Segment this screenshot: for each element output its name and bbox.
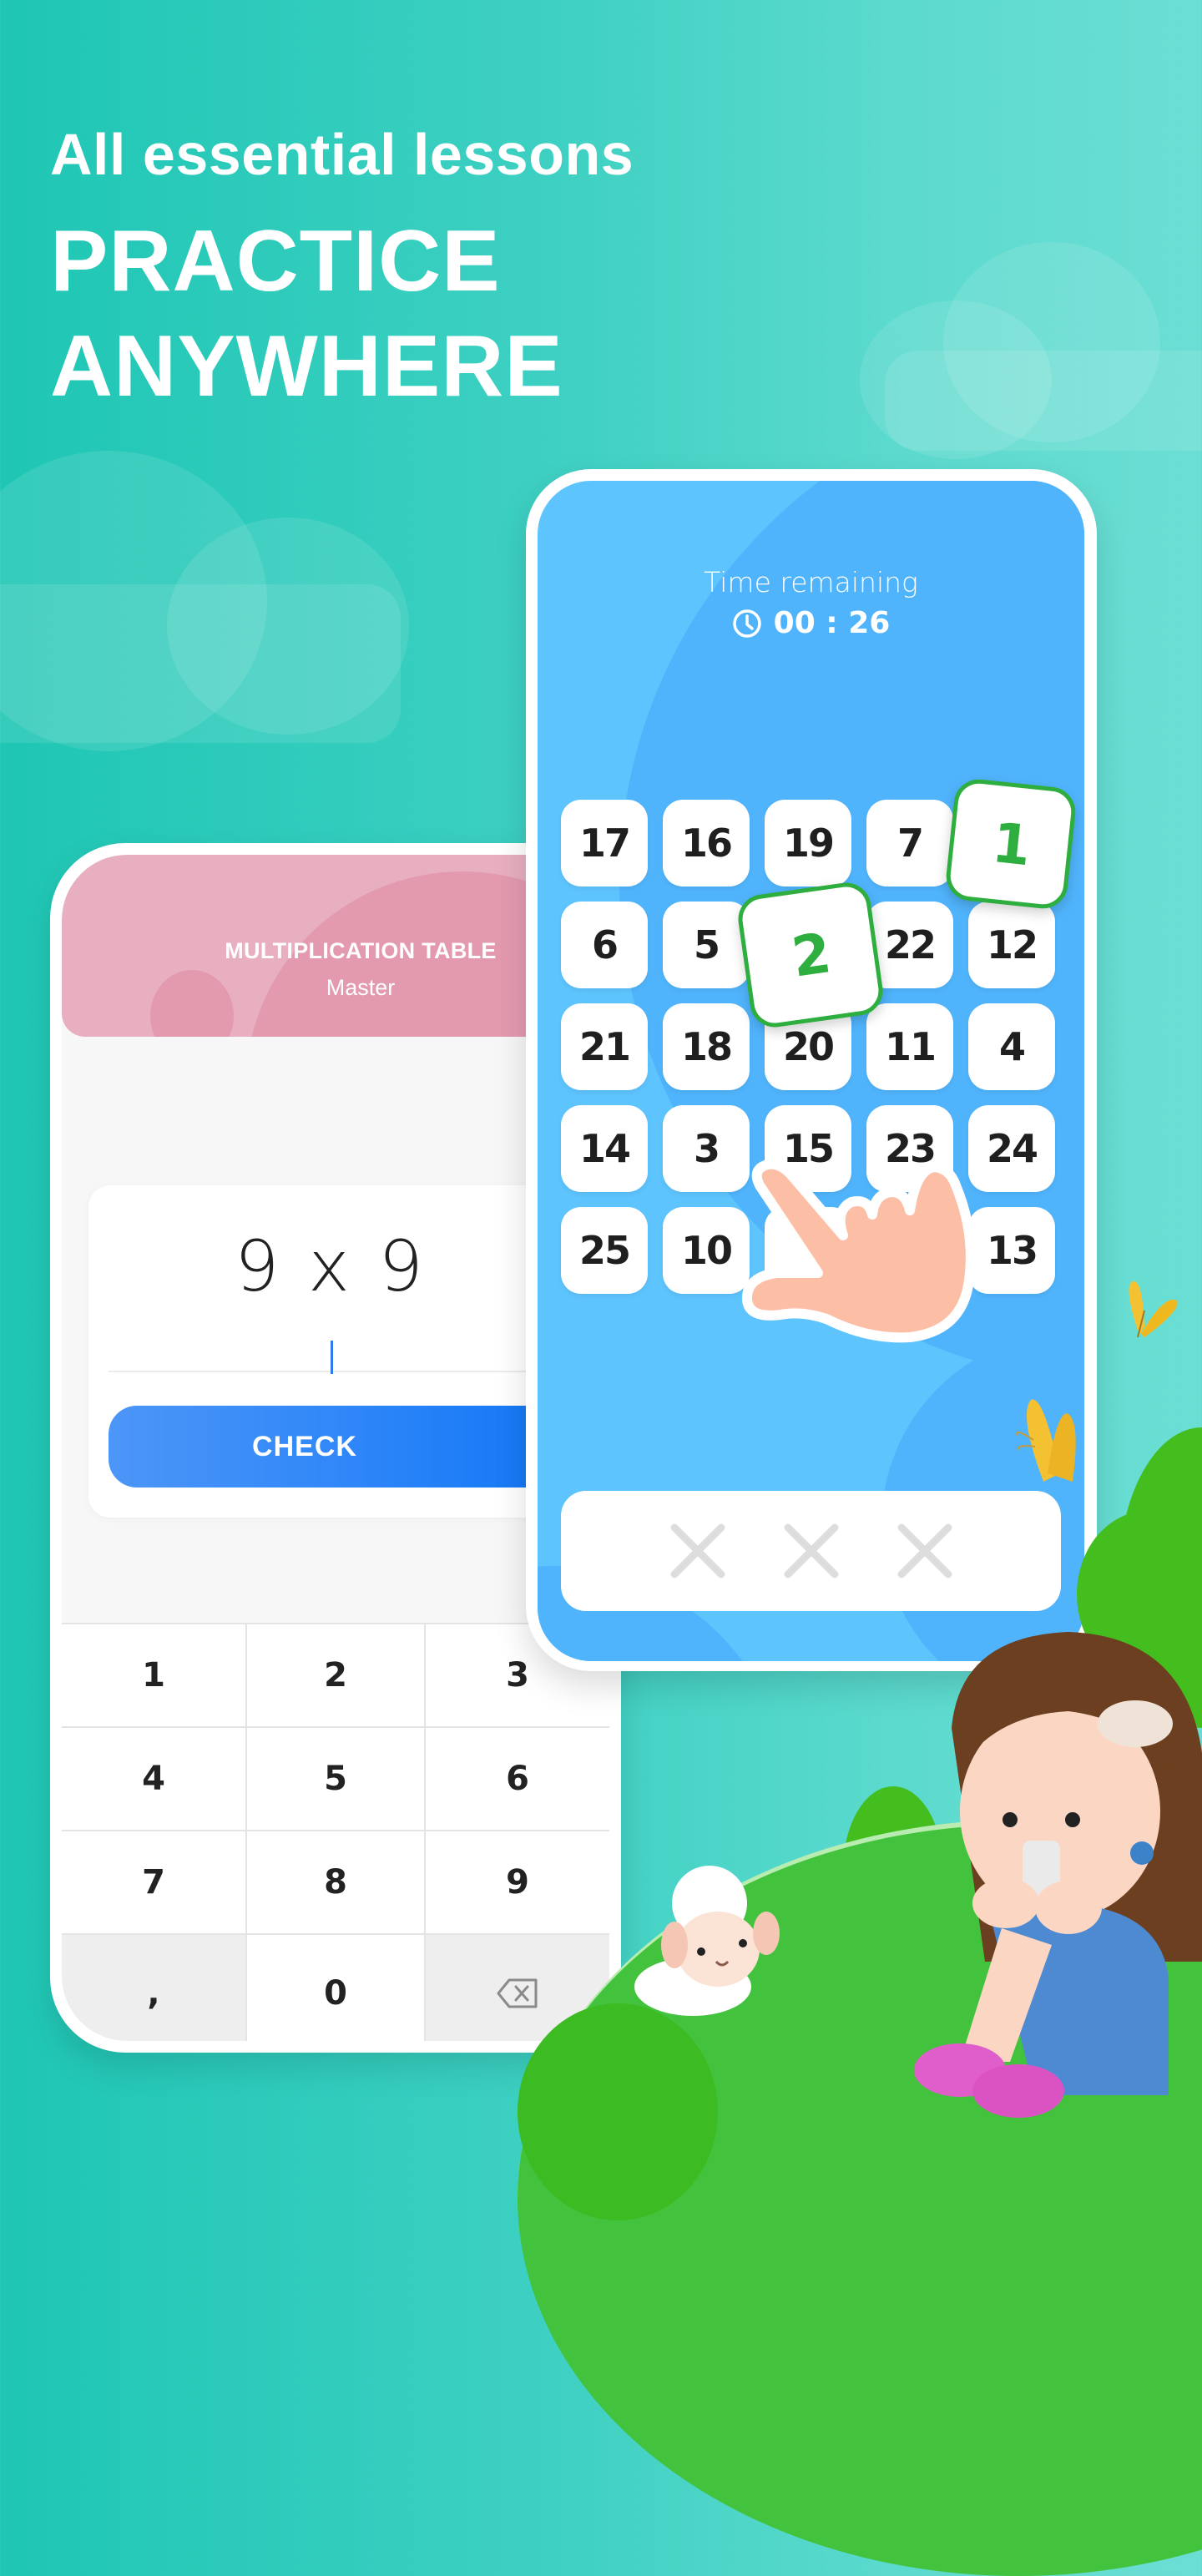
x-icon	[897, 1523, 952, 1578]
number-tile[interactable]: 14	[561, 1105, 648, 1192]
key-1[interactable]: 1	[62, 1624, 247, 1726]
butterfly-illustration	[1015, 1399, 1076, 1482]
girl-illustration	[914, 1632, 1202, 2118]
number-tile[interactable]: 24	[968, 1105, 1055, 1192]
text-caret	[331, 1341, 333, 1374]
keypad-row: , 0	[62, 1933, 609, 2041]
key-9[interactable]: 9	[426, 1831, 609, 1933]
number-game-screen: Time remaining 00 : 26 17 16 19 7 6 5 22 12 21 18…	[538, 481, 1084, 1661]
butterfly-illustration	[1129, 1280, 1178, 1338]
headline-subtitle: All essential lessons	[50, 122, 634, 187]
headline-title-line2: ANYWHERE	[50, 318, 563, 415]
key-7[interactable]: 7	[62, 1831, 247, 1933]
headline-title-line1: PRACTICE	[50, 213, 501, 310]
number-tile[interactable]: 6	[561, 902, 648, 988]
x-icon	[784, 1523, 838, 1578]
number-tile[interactable]: 13	[968, 1207, 1055, 1294]
found-tile[interactable]: 2	[735, 879, 886, 1031]
time-remaining-label: Time remaining	[704, 566, 918, 599]
keypad-row: 1 2 3	[62, 1623, 609, 1726]
found-tile[interactable]: 1	[943, 776, 1078, 912]
countdown-timer: 00 : 26	[538, 606, 1084, 640]
key-comma[interactable]: ,	[62, 1935, 247, 2041]
number-tile[interactable]: 21	[561, 1003, 648, 1090]
bush-illustration	[518, 2003, 718, 2220]
question-text: 9 x 9	[235, 1225, 427, 1307]
clock-icon	[732, 609, 761, 638]
number-tile[interactable]: 7	[866, 800, 953, 886]
key-2[interactable]: 2	[247, 1624, 426, 1726]
keypad-row: 4 5 6	[62, 1726, 609, 1830]
number-tile[interactable]: 5	[663, 902, 750, 988]
sheep-illustration	[634, 1866, 780, 2016]
number-tile[interactable]: 18	[663, 1003, 750, 1090]
keypad-row: 7 8 9	[62, 1830, 609, 1933]
mistakes-panel	[561, 1491, 1061, 1611]
key-6[interactable]: 6	[426, 1728, 609, 1830]
number-tile[interactable]: 4	[968, 1003, 1055, 1090]
key-4[interactable]: 4	[62, 1728, 247, 1830]
headline-title: PRACTICE ANYWHERE	[50, 209, 563, 419]
number-tile[interactable]: 19	[765, 800, 851, 886]
number-tile[interactable]: 25	[561, 1207, 648, 1294]
cloud	[885, 351, 1202, 451]
number-tile[interactable]: 17	[561, 800, 648, 886]
timer-value: 00 : 26	[773, 606, 891, 640]
number-tile[interactable]: 16	[663, 800, 750, 886]
answer-input[interactable]	[109, 1311, 579, 1372]
number-tile[interactable]: 11	[866, 1003, 953, 1090]
backspace-icon	[497, 1978, 538, 2008]
key-0[interactable]: 0	[247, 1935, 426, 2041]
numeric-keypad: 1 2 3 4 5 6 7 8 9 , 0	[62, 1623, 609, 2041]
hand-pointer-icon	[742, 1159, 976, 1343]
cloud	[0, 584, 401, 743]
x-icon	[670, 1523, 725, 1578]
number-tile[interactable]: 12	[968, 902, 1055, 988]
key-8[interactable]: 8	[247, 1831, 426, 1933]
key-5[interactable]: 5	[247, 1728, 426, 1830]
